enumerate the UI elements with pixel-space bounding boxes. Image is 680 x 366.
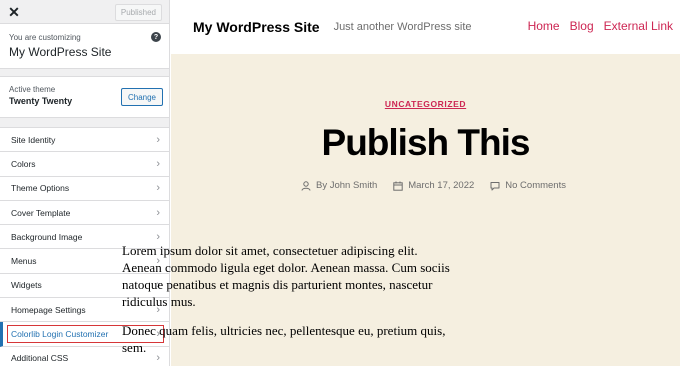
menu-item-label: Cover Template [11, 207, 71, 218]
post-content: Lorem ipsum dolor sit amet, consectetuer… [122, 242, 450, 366]
menu-item-label: Site Identity [11, 134, 56, 145]
user-icon [301, 180, 311, 191]
nav-external-link[interactable]: External Link [604, 19, 673, 33]
menu-item-label: Additional CSS [11, 353, 69, 364]
post-date: March 17, 2022 [393, 180, 474, 191]
post-date-text[interactable]: March 17, 2022 [408, 180, 474, 191]
customizer-topbar: ✕ Published [0, 0, 169, 24]
menu-item-label: Background Image [11, 231, 83, 242]
change-theme-button[interactable]: Change [120, 88, 163, 106]
menu-item-label: Theme Options [11, 183, 70, 194]
nav-blog[interactable]: Blog [570, 19, 594, 33]
nav-home[interactable]: Home [528, 19, 560, 33]
customizing-site-name: My WordPress Site [9, 45, 112, 59]
menu-item-cover-template[interactable]: Cover Template › [0, 201, 169, 226]
chevron-right-icon: › [156, 182, 160, 195]
menu-item-label: Homepage Settings [11, 304, 86, 315]
post-category[interactable]: UNCATEGORIZED [171, 99, 680, 109]
menu-item-label: Colors [11, 158, 36, 169]
menu-item-label: Colorlib Login Customizer [11, 329, 109, 340]
customizing-label: You are customizing [9, 33, 81, 42]
customizing-info: You are customizing My WordPress Site ? [0, 24, 169, 69]
help-icon[interactable]: ? [151, 32, 161, 42]
post-title: Publish This [321, 122, 531, 163]
post-author: By John Smith [301, 180, 377, 191]
published-button[interactable]: Published [114, 4, 162, 21]
site-header: My WordPress Site Just another WordPress… [171, 0, 680, 54]
site-title[interactable]: My WordPress Site [193, 19, 320, 35]
post-paragraph: Donec quam felis, ultricies nec, pellent… [122, 323, 446, 355]
menu-item-label: Menus [11, 256, 37, 267]
close-icon[interactable]: ✕ [0, 0, 28, 24]
menu-item-site-identity[interactable]: Site Identity › [0, 128, 169, 153]
comment-icon [490, 181, 500, 190]
chevron-right-icon: › [156, 157, 160, 170]
menu-item-colors[interactable]: Colors › [0, 152, 169, 177]
menu-item-theme-options[interactable]: Theme Options › [0, 177, 169, 201]
site-tagline: Just another WordPress site [333, 21, 472, 33]
menu-item-label: Widgets [11, 280, 42, 291]
post-comments-text[interactable]: No Comments [505, 180, 566, 191]
post-author-text[interactable]: By John Smith [316, 180, 377, 191]
post-paragraph: Lorem ipsum dolor sit amet, consectetuer… [122, 243, 450, 309]
calendar-icon [393, 181, 403, 191]
primary-nav: Home Blog External Link [528, 19, 673, 33]
post-meta: By John Smith March 17, 2022 No Comments [171, 180, 680, 191]
active-theme-section: Active theme Twenty Twenty Change [0, 76, 169, 118]
chevron-right-icon: › [156, 206, 160, 219]
chevron-right-icon: › [156, 133, 160, 146]
post-comments: No Comments [490, 180, 566, 191]
